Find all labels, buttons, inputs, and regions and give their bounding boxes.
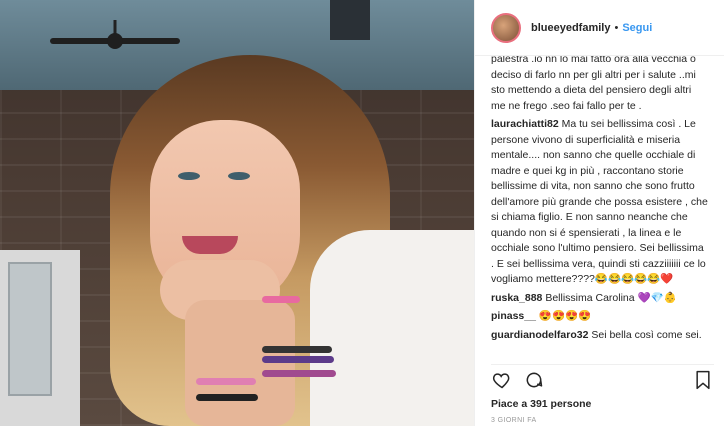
pink-bracelet	[262, 296, 300, 303]
background-door	[0, 250, 80, 426]
comment-username[interactable]: pinass__	[491, 310, 536, 322]
heart-icon[interactable]	[491, 369, 513, 391]
white-shirt	[310, 230, 474, 426]
comment-text: Bellissima Carolina 💜💎👶	[545, 291, 677, 304]
comment-item: ruska_888 Bellissima Carolina 💜💎👶	[491, 291, 708, 307]
bracelet	[262, 370, 336, 377]
post-sidebar: blueeyedfamily • Segui palestra .io nn l…	[474, 0, 724, 426]
comment-username[interactable]: laurachiatti82	[491, 118, 559, 130]
comment-icon[interactable]	[523, 369, 545, 391]
bracelet-left-black	[196, 394, 258, 401]
left-eye	[178, 172, 200, 180]
purple-bracelet	[262, 356, 334, 363]
likes-count[interactable]: Piace a 391 persone	[491, 398, 591, 410]
bracelet-left	[196, 378, 256, 385]
comment-username[interactable]: ruska_888	[491, 292, 542, 304]
ceiling-lamp	[330, 0, 370, 40]
comment-item: laurachiatti82 Ma tu sei bellissima così…	[491, 117, 708, 288]
comment-item: palestra .io nn lo mai fatto ora alla ve…	[491, 56, 708, 114]
post-photo[interactable]	[0, 0, 474, 426]
right-eye	[228, 172, 250, 180]
post-header: blueeyedfamily • Segui	[475, 0, 724, 56]
comment-item: pinass__ 😍😍😍😍	[491, 309, 708, 325]
comment-text: palestra .io nn lo mai fatto ora alla ve…	[491, 56, 696, 112]
username-link[interactable]: blueeyedfamily	[531, 22, 610, 34]
comment-item: guardianodelfaro32 Sei bella così come s…	[491, 328, 708, 344]
ceiling-fan-icon	[50, 20, 180, 49]
comment-username[interactable]: guardianodelfaro32	[491, 329, 588, 341]
comment-text: Sei bella così come sei.	[591, 328, 702, 341]
action-bar	[491, 364, 714, 395]
arm	[185, 300, 295, 426]
comments-list[interactable]: palestra .io nn lo mai fatto ora alla ve…	[475, 56, 724, 361]
beaded-bracelet	[262, 346, 332, 353]
comment-text: Ma tu sei bellissima così . Le persone v…	[491, 118, 708, 285]
instagram-post: blueeyedfamily • Segui palestra .io nn l…	[0, 0, 724, 426]
separator-dot: •	[614, 21, 619, 34]
follow-button[interactable]: Segui	[622, 22, 652, 34]
avatar[interactable]	[491, 12, 521, 43]
comment-text: 😍😍😍😍	[538, 310, 592, 322]
post-timestamp: 3 GIORNI FA	[491, 417, 537, 424]
bookmark-icon[interactable]	[692, 369, 714, 391]
